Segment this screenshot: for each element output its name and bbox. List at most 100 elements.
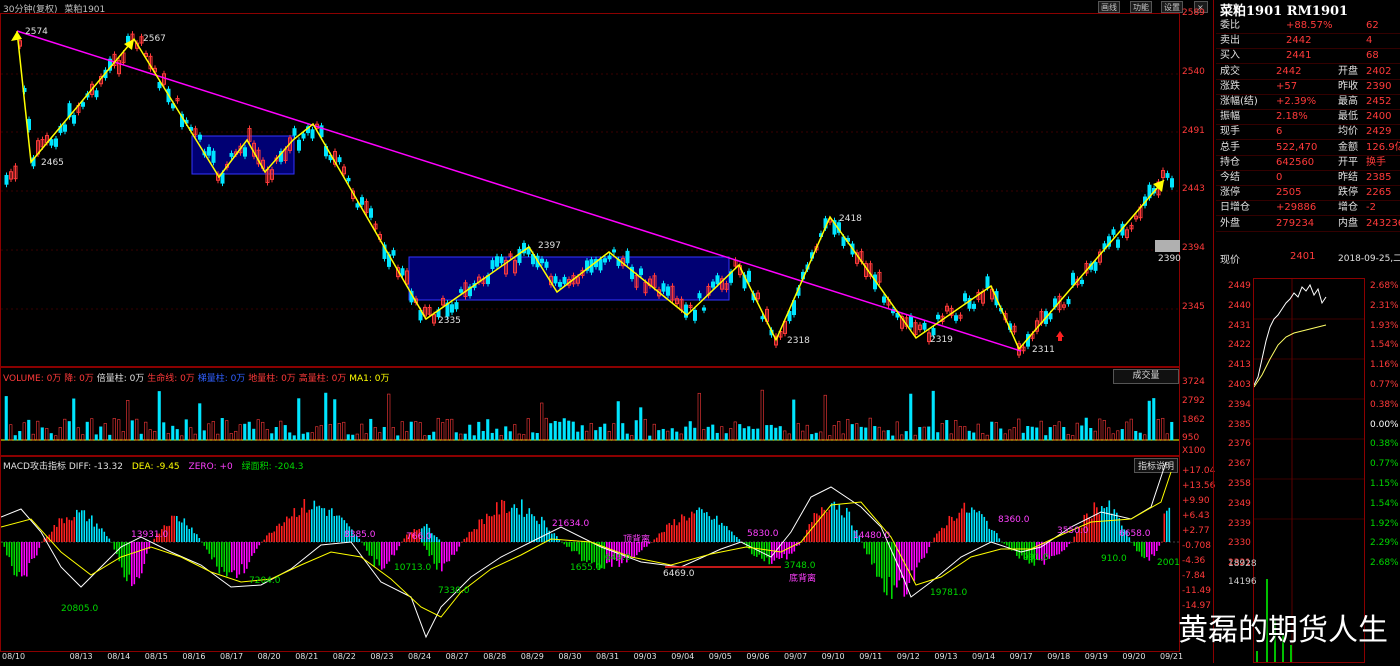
macd-bar: [331, 508, 333, 542]
macd-bar: [11, 542, 13, 567]
volume-bar: [553, 421, 557, 441]
macd-bar: [1, 542, 3, 543]
volume-bar: [1003, 433, 1007, 441]
volume-bar: [126, 400, 130, 441]
kline-svg: [1, 30, 1179, 359]
quote-row: 总手 522,470 金额 126.9亿: [1216, 140, 1400, 156]
up-arrow-icon: [1056, 331, 1064, 341]
macd-bar: [861, 542, 863, 543]
quote-cell: 2265: [1366, 187, 1392, 199]
macd-bar: [971, 507, 973, 542]
macd-bar: [563, 542, 566, 545]
volume-bar: [459, 433, 463, 441]
volume-bar: [1134, 430, 1138, 441]
volume-bar: [697, 392, 701, 441]
settings-button[interactable]: 设置: [1161, 1, 1183, 13]
volume-bar: [81, 434, 85, 441]
macd-bar: [138, 542, 141, 579]
intraday-left-tick: 2339: [1228, 518, 1251, 529]
macd-bar: [78, 512, 81, 542]
volume-bar: [1066, 434, 1070, 441]
volume-bar: [1116, 430, 1120, 441]
macd-bar: [813, 512, 816, 542]
volume-bar: [94, 434, 98, 441]
macd-bar: [518, 514, 521, 542]
volume-bar: [135, 418, 139, 441]
volume-bar: [535, 433, 539, 441]
volume-bar: [585, 430, 589, 441]
macd-bar: [463, 538, 466, 542]
quote-cell: 涨跌: [1220, 80, 1240, 92]
macd-bar: [933, 537, 936, 542]
kline-panel[interactable]: 2574 2465 2567 2335 2397 2318 2418 2319 …: [0, 13, 1180, 367]
volume-bar: [1048, 427, 1052, 441]
quote-row: 委比 +88.57% 62: [1216, 18, 1400, 34]
macd-bar: [53, 525, 56, 542]
macd-bar: [658, 533, 661, 542]
macd-bar: [373, 542, 376, 567]
candle-body: [760, 316, 765, 320]
macd-bar: [593, 542, 596, 563]
macd-bar: [18, 542, 21, 573]
volume-panel[interactable]: VOLUME: 0万 降: 0万 倍量柱: 0万 生命线: 0万 梯量柱: 0万…: [0, 367, 1180, 456]
volume-bar: [1161, 417, 1165, 441]
macd-bar: [466, 537, 468, 542]
macd-bar: [316, 506, 318, 542]
quote-row: 涨停 2505 跌停 2265: [1216, 185, 1400, 202]
candle-body: [639, 268, 643, 276]
volume-bar: [193, 433, 197, 441]
volume-bar: [612, 423, 616, 441]
macd-bar: [778, 542, 781, 560]
volume-bar: [522, 434, 526, 441]
macd-bar: [973, 509, 976, 542]
volume-bar: [805, 424, 809, 441]
macd-bar: [421, 542, 423, 543]
volume-bar: [1107, 427, 1111, 441]
volume-bar: [796, 423, 800, 441]
volume-bar: [382, 426, 386, 441]
quote-cell: 2442: [1286, 35, 1312, 47]
volume-bar: [130, 420, 134, 441]
volume-bar: [1071, 435, 1075, 441]
macd-bar: [531, 514, 533, 542]
volume-bar: [63, 418, 67, 441]
volume-bar: [711, 424, 715, 441]
swing-low-3: 2318: [787, 336, 810, 346]
macd-area-label: 2001: [1157, 558, 1180, 568]
volume-bar: [517, 433, 521, 441]
macd-bar: [228, 542, 231, 573]
quote-cell: 涨幅(结): [1220, 96, 1258, 107]
macd-bar: [718, 524, 721, 542]
volume-bar: [423, 435, 427, 441]
volume-bar: [486, 419, 490, 441]
volume-bar: [940, 423, 944, 441]
date-tick: 09/05: [708, 652, 732, 661]
quote-cell: 2400: [1366, 111, 1392, 123]
volume-bar: [387, 393, 391, 441]
volume-bar: [418, 422, 422, 441]
intraday-left-tick: 2431: [1228, 320, 1251, 331]
candle-body: [360, 197, 364, 205]
date-tick: 08/23: [370, 652, 394, 661]
draw-line-button[interactable]: 画线: [1098, 1, 1120, 13]
macd-bar: [371, 542, 373, 556]
volume-bar: [202, 430, 206, 441]
macd-bar: [676, 525, 678, 542]
macd-bar: [656, 537, 658, 542]
macd-bar: [1071, 542, 1073, 543]
macd-bar: [263, 539, 266, 542]
volume-axis-tick: 2792: [1182, 396, 1205, 406]
function-button[interactable]: 功能: [1130, 1, 1152, 13]
macd-panel[interactable]: MACD攻击指标 DIFF: -13.32 DEA: -9.45 ZERO: +…: [0, 456, 1180, 652]
quote-cell: 昨收: [1338, 80, 1358, 92]
macd-bar: [846, 507, 848, 542]
date-tick: 08/13: [69, 652, 93, 661]
volume-bar: [702, 429, 706, 441]
volume-bar: [166, 433, 170, 441]
candle-body: [562, 276, 567, 284]
swing-low-4: 2319: [930, 335, 953, 345]
candle-body: [598, 259, 603, 271]
volume-bar: [913, 434, 917, 441]
intraday-right-tick: 2.31%: [1370, 300, 1399, 311]
volume-bar: [1170, 421, 1174, 441]
